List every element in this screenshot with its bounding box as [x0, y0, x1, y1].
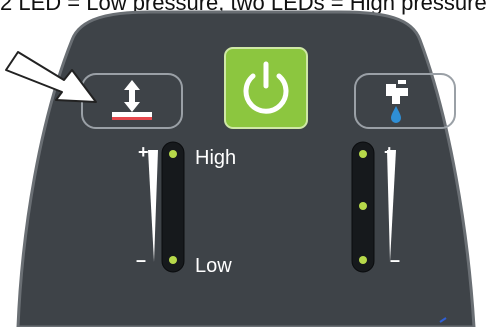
- right-led-1: [359, 150, 367, 158]
- high-label: High: [195, 147, 237, 169]
- left-low-led: [169, 256, 177, 264]
- power-button[interactable]: [224, 47, 308, 129]
- left-minus-symbol: –: [136, 250, 147, 270]
- low-label: Low: [195, 255, 232, 277]
- left-high-led: [169, 150, 177, 158]
- right-led-2: [359, 202, 367, 210]
- control-panel: [5, 10, 476, 327]
- left-plus-symbol: +: [138, 142, 149, 162]
- right-plus-symbol: +: [384, 142, 395, 162]
- right-led-3: [359, 256, 367, 264]
- right-minus-symbol: –: [390, 250, 401, 270]
